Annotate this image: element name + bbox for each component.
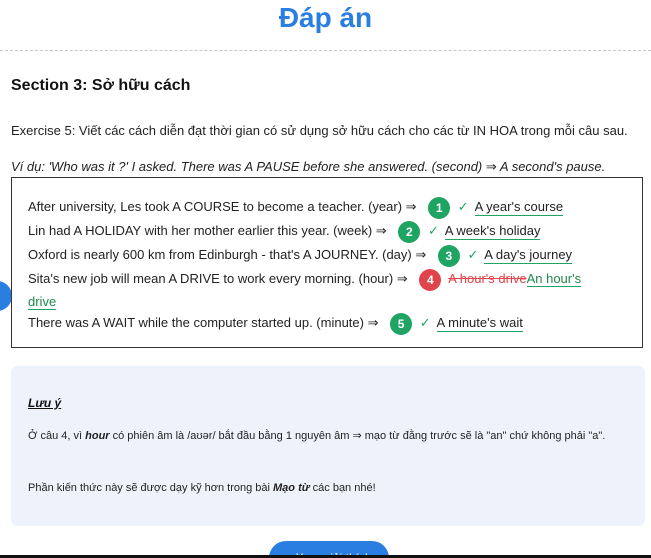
question-text: Oxford is nearly 600 km from Edinburgh -… [28, 247, 427, 262]
answer-number-badge: 1 [428, 196, 451, 219]
title-divider [0, 50, 651, 51]
question-text: Lin had A HOLIDAY with her mother earlie… [28, 223, 387, 238]
check-icon: ✓ [419, 315, 431, 330]
answer-number-badge: 4 [419, 268, 442, 291]
exercise-instruction: Exercise 5: Viết các cách diễn đạt thời … [11, 123, 628, 138]
correct-answer-text-continued: drive [28, 293, 57, 310]
answer-number-badge: 2 [398, 220, 421, 243]
answer-row-4: Sita's new job will mean A DRIVE to work… [28, 268, 628, 313]
note-emphasis: hour [85, 430, 110, 442]
answer-number-badge: 3 [437, 244, 460, 267]
note-text: các bạn nhé! [309, 482, 376, 494]
note-paragraph-2: Phần kiến thức này sẽ được dạy kỹ hơn tr… [28, 479, 634, 498]
answers-box: After university, Les took A COURSE to b… [11, 177, 643, 348]
answer-text: A week's holiday [444, 223, 541, 240]
question-text: There was A WAIT while the computer star… [28, 315, 379, 330]
answer-text: A minute's wait [436, 315, 523, 332]
check-icon: ✓ [457, 199, 469, 214]
note-emphasis: Mạo từ [273, 482, 310, 494]
question-text: Sita's new job will mean A DRIVE to work… [28, 271, 408, 286]
answer-number-badge: 5 [390, 312, 413, 335]
answer-row-5: There was A WAIT while the computer star… [28, 311, 523, 335]
answer-text: A day's journey [484, 247, 573, 264]
answer-text: A year's course [474, 199, 564, 216]
check-icon: ✓ [467, 247, 479, 262]
exercise-example: Ví dụ: 'Who was it ?' I asked. There was… [11, 159, 606, 174]
note-text: Ở câu 4, vì [28, 430, 86, 442]
note-box: Lưu ý Ở câu 4, vì hour có phiên âm là /a… [11, 366, 645, 526]
question-text: After university, Les took A COURSE to b… [28, 199, 417, 214]
answer-row-2: Lin had A HOLIDAY with her mother earlie… [28, 219, 541, 243]
section-title: Section 3: Sở hữu cách [11, 77, 191, 94]
wrong-answer-text: A hour's drive [448, 271, 527, 286]
answer-row-1: After university, Les took A COURSE to b… [28, 195, 564, 219]
page-title: Đáp án [278, 2, 373, 33]
answer-row-3: Oxford is nearly 600 km from Edinburgh -… [28, 243, 573, 267]
note-text: Phần kiến thức này sẽ được dạy kỹ hơn tr… [28, 482, 274, 494]
correct-answer-text: An hour's [526, 271, 582, 287]
answer-page: Đáp án Section 3: Sở hữu cách Exercise 5… [0, 0, 651, 558]
note-paragraph-1: Ở câu 4, vì hour có phiên âm là /aʊər/ b… [28, 427, 634, 446]
note-text: có phiên âm là /aʊər/ bắt đầu bằng 1 ngu… [109, 430, 606, 442]
check-icon: ✓ [427, 223, 439, 238]
note-heading: Lưu ý [28, 396, 62, 410]
